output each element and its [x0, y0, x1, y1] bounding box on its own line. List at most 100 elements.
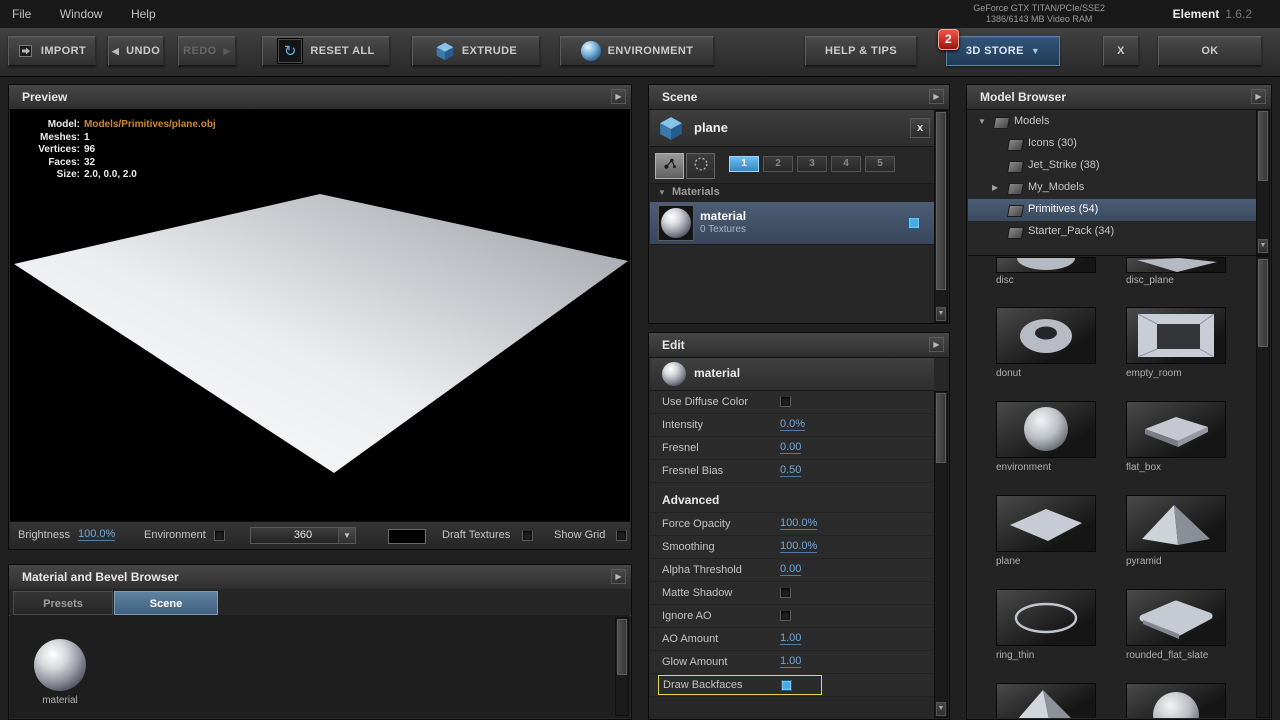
materials-section-header[interactable]: ▼ Materials — [650, 183, 934, 203]
scrollbar-thumb[interactable] — [617, 619, 627, 675]
smoothing-value[interactable]: 100.0% — [780, 540, 817, 553]
rotation-value: 360 — [294, 529, 312, 541]
tree-item-jet-strike[interactable]: Jet_Strike (38) — [968, 155, 1256, 177]
scroll-down-button[interactable]: ▼ — [936, 702, 946, 716]
edit-material-bar: material — [650, 358, 934, 391]
store-notification-badge: 2 — [938, 29, 959, 50]
edit-material-name: material — [694, 366, 740, 380]
expander-open-icon[interactable]: ▼ — [978, 117, 986, 126]
scene-expand-icon[interactable]: ▶ — [929, 89, 944, 104]
folder-icon — [1007, 205, 1024, 217]
ignore-ao-checkbox[interactable] — [780, 610, 791, 621]
scroll-down-button[interactable]: ▼ — [936, 307, 946, 321]
material-preview-sphere[interactable] — [34, 639, 86, 691]
glow-amount-value[interactable]: 1.00 — [780, 655, 801, 668]
model-thumbnail-partial-right[interactable] — [1126, 683, 1226, 718]
environment-button[interactable]: ENVIRONMENT — [560, 36, 714, 66]
tab-scene[interactable]: Scene — [114, 591, 218, 615]
scroll-down-button[interactable]: ▼ — [1258, 239, 1268, 253]
store-button[interactable]: 2 3D STORE ▼ — [946, 36, 1060, 66]
force-opacity-value[interactable]: 100.0% — [780, 517, 817, 530]
environment-sphere-icon — [581, 41, 601, 61]
material-browser-expand-icon[interactable]: ▶ — [611, 569, 626, 584]
model-browser-expand-icon[interactable]: ▶ — [1251, 89, 1266, 104]
preview-expand-icon[interactable]: ▶ — [611, 89, 626, 104]
group-4-button[interactable]: 4 — [831, 156, 861, 172]
grid-scrollbar[interactable] — [1256, 256, 1270, 718]
scene-scrollbar[interactable]: ▼ — [934, 110, 948, 323]
brightness-value[interactable]: 100.0% — [78, 528, 115, 541]
show-grid-checkbox[interactable] — [616, 530, 627, 541]
tree-item-primitives[interactable]: Primitives (54) — [968, 199, 1256, 221]
app-version: 1.6.2 — [1225, 7, 1252, 21]
orbit-tool-button[interactable] — [686, 153, 715, 179]
material-visibility-checkbox[interactable] — [908, 217, 920, 229]
model-thumbnail-partial-left[interactable] — [996, 683, 1096, 718]
scrollbar-thumb[interactable] — [1258, 259, 1268, 347]
import-button[interactable]: IMPORT — [8, 36, 96, 66]
preview-viewport[interactable]: Model: Models/Primitives/plane.obj Meshe… — [10, 109, 630, 521]
model-thumbnail-plane[interactable] — [996, 495, 1096, 552]
property-row-draw-backfaces: Draw Backfaces — [650, 674, 936, 697]
scrollbar-thumb[interactable] — [936, 112, 946, 290]
preview-rotation-select[interactable]: 360 ▼ — [250, 527, 356, 544]
menu-window[interactable]: Window — [48, 0, 115, 21]
remove-model-button[interactable]: x — [910, 118, 930, 138]
use-diffuse-color-checkbox[interactable] — [780, 396, 791, 407]
material-browser-scrollbar[interactable] — [615, 617, 629, 716]
undo-button[interactable]: ◀ UNDO — [108, 36, 164, 66]
material-browser-title: Material and Bevel Browser — [22, 570, 179, 584]
tree-item-models[interactable]: ▼ Models — [968, 111, 1256, 133]
fresnel-bias-value[interactable]: 0.50 — [780, 464, 801, 477]
redo-button[interactable]: REDO ▶ — [178, 36, 236, 66]
tree-item-icons[interactable]: Icons (30) — [968, 133, 1256, 155]
property-row-ignore-ao: Ignore AO — [650, 605, 936, 628]
model-thumbnail-donut[interactable] — [996, 307, 1096, 364]
model-thumbnail-empty-room[interactable] — [1126, 307, 1226, 364]
model-thumbnail-disc-plane[interactable] — [1126, 257, 1226, 273]
dropdown-arrow-icon: ▼ — [338, 528, 355, 543]
model-thumbnail-environment[interactable] — [996, 401, 1096, 458]
fresnel-value[interactable]: 0.00 — [780, 441, 801, 454]
property-row-fresnel-bias: Fresnel Bias 0.50 — [650, 460, 936, 483]
draft-textures-checkbox[interactable] — [522, 530, 533, 541]
ao-amount-value[interactable]: 1.00 — [780, 632, 801, 645]
matte-shadow-checkbox[interactable] — [780, 587, 791, 598]
scene-object-row[interactable]: plane x — [650, 110, 934, 147]
environment-checkbox[interactable] — [214, 530, 225, 541]
tree-item-starter-pack[interactable]: Starter_Pack (34) — [968, 221, 1256, 243]
scrollbar-thumb[interactable] — [1258, 111, 1268, 181]
background-color-swatch[interactable] — [388, 529, 426, 544]
menu-file[interactable]: File — [0, 0, 43, 21]
model-label: disc — [996, 275, 1014, 286]
edit-scrollbar[interactable]: ▼ — [934, 391, 948, 718]
group-1-button[interactable]: 1 — [729, 156, 759, 172]
edit-expand-icon[interactable]: ▶ — [929, 337, 944, 352]
menu-help[interactable]: Help — [119, 0, 168, 21]
model-thumbnail-rounded-flat-slate[interactable] — [1126, 589, 1226, 646]
model-thumbnail-pyramid[interactable] — [1126, 495, 1226, 552]
group-2-button[interactable]: 2 — [763, 156, 793, 172]
material-row[interactable]: material 0 Textures — [650, 202, 934, 245]
tab-presets[interactable]: Presets — [13, 591, 113, 615]
extrude-button[interactable]: EXTRUDE — [412, 36, 540, 66]
particles-tool-button[interactable] — [655, 153, 684, 179]
cancel-button[interactable]: X — [1103, 36, 1139, 66]
ok-button[interactable]: OK — [1158, 36, 1262, 66]
intensity-value[interactable]: 0.0% — [780, 418, 805, 431]
group-3-button[interactable]: 3 — [797, 156, 827, 172]
model-thumbnail-ring-thin[interactable] — [996, 589, 1096, 646]
help-tips-button[interactable]: HELP & TIPS — [805, 36, 917, 66]
draw-backfaces-checkbox[interactable] — [781, 680, 792, 691]
group-5-button[interactable]: 5 — [865, 156, 895, 172]
model-thumbnail-disc[interactable] — [996, 257, 1096, 273]
alpha-threshold-value[interactable]: 0.00 — [780, 563, 801, 576]
materials-section-label: Materials — [672, 186, 720, 198]
expander-closed-icon[interactable]: ▶ — [992, 183, 998, 192]
model-thumbnail-flat-box[interactable] — [1126, 401, 1226, 458]
scrollbar-thumb[interactable] — [936, 393, 946, 463]
tree-scrollbar[interactable]: ▼ — [1256, 109, 1270, 255]
tree-item-my-models[interactable]: ▶ My_Models — [968, 177, 1256, 199]
orbit-icon — [692, 155, 710, 178]
reset-all-button[interactable]: ↻ RESET ALL — [262, 36, 390, 66]
